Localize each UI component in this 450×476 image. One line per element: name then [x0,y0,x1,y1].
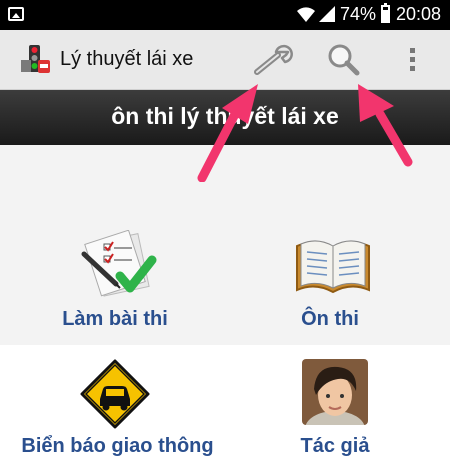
menu-item-exam[interactable]: Làm bài thi [10,230,220,342]
menu-item-author[interactable]: Tác giả [235,355,435,473]
open-book-icon [296,240,370,294]
arrow-pointing-to-search [358,84,413,167]
status-bar: 74% 20:08 [0,0,450,30]
wifi-icon [297,7,315,22]
gallery-notification-icon [8,7,24,21]
search-icon[interactable] [324,42,364,78]
author-photo-icon [302,359,368,425]
wrench-settings-icon[interactable] [252,42,296,78]
menu-item-review[interactable]: Ôn thi [225,230,435,342]
exam-checklist-icon [81,230,157,297]
overflow-menu-icon[interactable] [404,44,420,76]
review-label: Ôn thi [301,308,359,330]
traffic-sign-car-icon [80,359,150,429]
traffic-light-app-icon [21,45,50,73]
traffic-signs-label: Biển báo giao thông [21,435,214,457]
signal-icon [319,6,335,22]
battery-icon [381,3,390,23]
app-title: Lý thuyết lái xe [60,48,194,70]
arrow-pointing-to-settings [197,84,258,182]
exam-label: Làm bài thi [62,308,168,330]
battery-percent: 74% [340,4,377,24]
menu-item-traffic-signs[interactable]: Biển báo giao thông [0,355,235,473]
author-label: Tác giả [300,435,370,457]
clock: 20:08 [396,4,442,24]
